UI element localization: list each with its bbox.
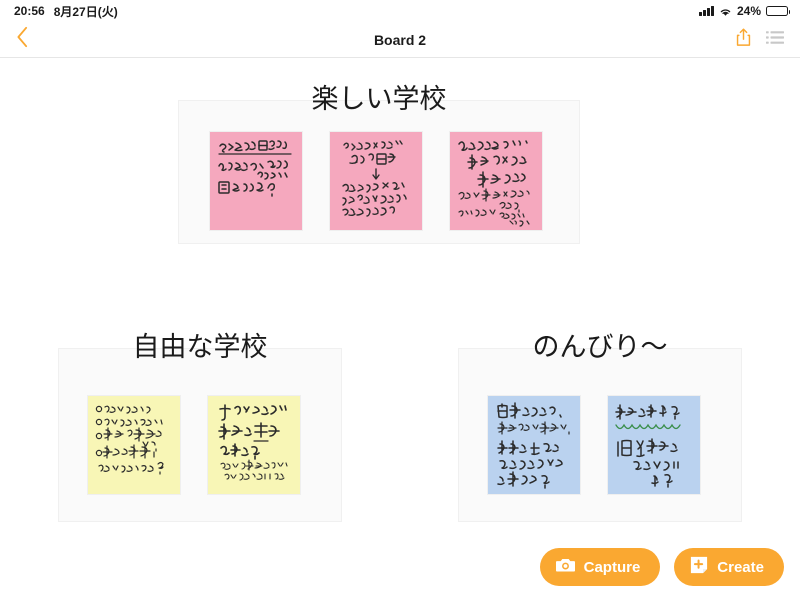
chevron-left-icon bbox=[16, 26, 29, 53]
board-canvas[interactable]: 楽しい学校 自由な学校 のんびり〜 Capture Create bbox=[0, 58, 800, 600]
note-group-2[interactable]: 自由な学校 bbox=[58, 332, 342, 522]
status-time: 20:56 bbox=[14, 4, 45, 18]
capture-button[interactable]: Capture bbox=[539, 548, 661, 586]
group-title-1: 楽しい学校 bbox=[311, 84, 447, 115]
navigation-actions bbox=[735, 27, 800, 53]
note-handwriting bbox=[95, 405, 164, 475]
sticky-note[interactable] bbox=[330, 132, 422, 230]
note-handwriting bbox=[218, 140, 292, 197]
note-list-2 bbox=[88, 396, 300, 494]
share-upload-icon bbox=[735, 27, 752, 53]
note-handwriting bbox=[218, 404, 288, 481]
group-title-3: のんびり〜 bbox=[532, 332, 668, 363]
menu-button[interactable] bbox=[766, 30, 784, 50]
group-title-2: 自由な学校 bbox=[132, 332, 268, 363]
note-group-3[interactable]: のんびり〜 bbox=[458, 332, 742, 522]
back-button[interactable] bbox=[0, 22, 44, 58]
battery-percent-label: 24% bbox=[736, 4, 761, 18]
list-menu-icon bbox=[766, 30, 784, 50]
capture-button-label: Capture bbox=[583, 558, 641, 576]
sticky-note[interactable] bbox=[608, 396, 700, 494]
sticky-note[interactable] bbox=[210, 132, 302, 230]
navigation-bar: Board 2 bbox=[0, 22, 800, 58]
sticky-note[interactable] bbox=[88, 396, 180, 494]
create-button-label: Create bbox=[717, 558, 764, 576]
page-title: Board 2 bbox=[373, 31, 427, 48]
share-button[interactable] bbox=[735, 27, 752, 53]
app-root: 20:56 8月27日(火) 24% Board 2 楽しい学校 自由な学校 の… bbox=[0, 0, 800, 600]
action-buttons: Capture Create bbox=[539, 548, 784, 586]
note-handwriting bbox=[497, 402, 570, 489]
note-list-1 bbox=[210, 132, 542, 230]
note-handwriting bbox=[458, 140, 530, 227]
note-list-3 bbox=[488, 396, 700, 494]
sticky-note[interactable] bbox=[450, 132, 542, 230]
wifi-icon bbox=[719, 6, 732, 16]
camera-icon bbox=[555, 557, 575, 577]
note-group-1[interactable]: 楽しい学校 bbox=[178, 84, 580, 244]
add-card-icon bbox=[690, 556, 708, 578]
cellular-signal-icon bbox=[699, 6, 714, 16]
status-bar-right: 24% bbox=[699, 4, 800, 18]
sticky-note[interactable] bbox=[488, 396, 580, 494]
wavy-underline bbox=[615, 423, 681, 430]
create-button[interactable]: Create bbox=[674, 548, 784, 586]
status-bar: 20:56 8月27日(火) 24% bbox=[0, 0, 800, 22]
battery-icon bbox=[766, 5, 791, 17]
status-bar-left: 20:56 8月27日(火) bbox=[0, 3, 118, 20]
note-handwriting bbox=[615, 404, 681, 488]
status-date: 8月27日(火) bbox=[53, 4, 118, 19]
sticky-note[interactable] bbox=[208, 396, 300, 494]
note-handwriting bbox=[342, 140, 407, 217]
